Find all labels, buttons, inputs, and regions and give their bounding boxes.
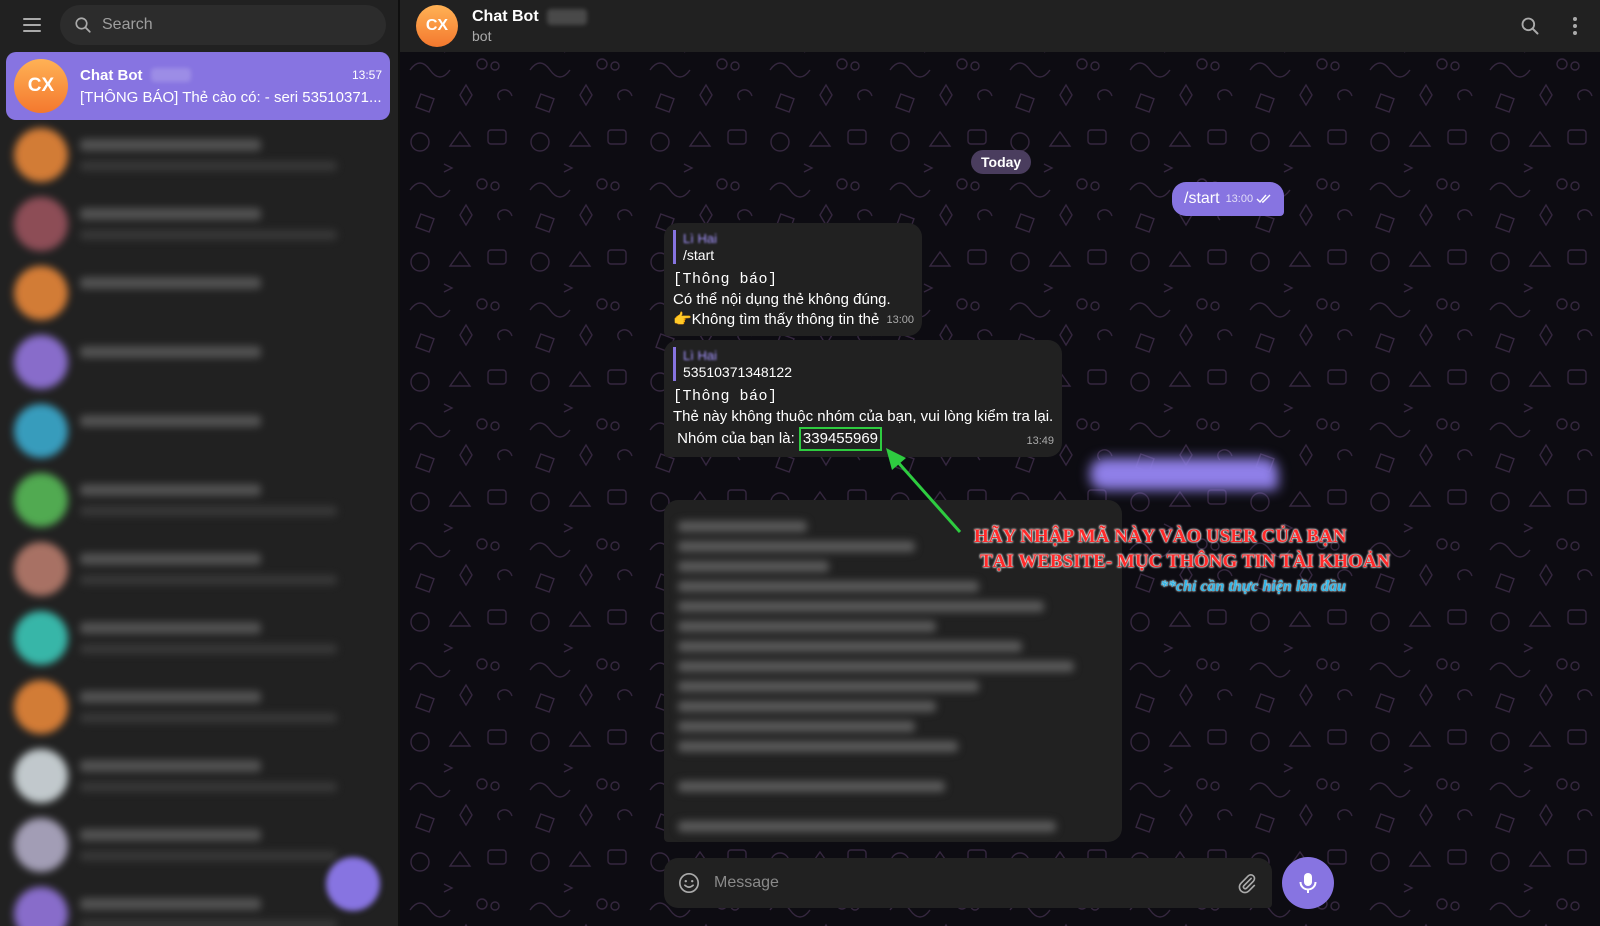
avatar: [14, 887, 68, 926]
list-item[interactable]: [6, 604, 390, 672]
attach-icon[interactable]: [1236, 872, 1258, 894]
chat-header: CX Chat Bot bot: [400, 0, 1600, 52]
chat-header-title: Chat Bot: [472, 8, 587, 26]
avatar: CX: [14, 59, 68, 113]
avatar: [14, 197, 68, 251]
list-item[interactable]: [6, 466, 390, 534]
microphone-icon: [1299, 873, 1317, 893]
date-separator: Today: [971, 150, 1032, 174]
reply-text: 53510371348122: [683, 364, 793, 380]
message-last-row: Nhóm của bạn là: 339455969 13:49: [673, 427, 1054, 451]
list-item[interactable]: [6, 673, 390, 741]
group-label: Nhóm của bạn là:: [677, 430, 795, 447]
message-last-row: 👉Không tìm thấy thông tin thẻ 13:00: [673, 310, 914, 330]
chat-time: 13:57: [351, 68, 382, 82]
message-input[interactable]: [714, 874, 1236, 892]
redacted-blur: [150, 68, 191, 82]
chat-header-info[interactable]: Chat Bot bot: [472, 8, 587, 44]
reply-text: /start: [683, 247, 715, 263]
message-time: 13:00: [1225, 193, 1254, 205]
message-heading: [Thông báo]: [673, 271, 778, 288]
reply-sender: Lì Hai: [683, 348, 717, 363]
outgoing-message[interactable]: /start 13:00: [1172, 182, 1285, 216]
annotation-line-1: HÃY NHẬP MÃ NÀY VÀO USER CỦA BẠN: [974, 526, 1347, 547]
chat-row: Chat Bot 13:57: [80, 67, 382, 84]
reply-sender: Lì Hai: [683, 231, 717, 246]
annotation-line-2: TẠI WEBSITE- MỤC THÔNG TIN TÀI KHOẢN: [980, 551, 1391, 572]
message-line: Có thể nội dụng thẻ không đúng.: [673, 291, 891, 308]
reply-quote[interactable]: Lì Hai 53510371348122: [673, 347, 1054, 381]
group-code: 339455969: [798, 427, 883, 451]
list-item[interactable]: [6, 535, 390, 603]
list-item[interactable]: [6, 742, 390, 810]
list-item[interactable]: [6, 121, 390, 189]
avatar: [14, 473, 68, 527]
emoji-icon[interactable]: [678, 872, 700, 894]
annotation-note: **chỉ cần thực hiện lần đầu: [1160, 578, 1347, 595]
avatar: [14, 818, 68, 872]
avatar: [14, 749, 68, 803]
avatar: [14, 335, 68, 389]
redacted-blur: [546, 9, 587, 25]
message-heading: [Thông báo]: [673, 388, 778, 405]
avatar: [14, 266, 68, 320]
message-text: /start: [1184, 190, 1220, 207]
message-time: 13:00: [886, 314, 914, 326]
avatar[interactable]: CX: [416, 5, 458, 47]
search-icon[interactable]: [1520, 16, 1540, 36]
chat-preview: [THÔNG BÁO] Thẻ cào có: - seri 53510371.…: [80, 88, 382, 106]
avatar: [14, 542, 68, 596]
double-check-icon: [1256, 194, 1271, 204]
message-composer: [664, 858, 1272, 908]
message-time: 13:49: [1026, 435, 1054, 447]
chat-title: Chat Bot: [80, 67, 191, 84]
chat-area: CX Chat Bot bot Today /start 13:00 Lì Ha…: [400, 0, 1600, 926]
menu-icon[interactable]: [14, 7, 50, 43]
avatar: [14, 404, 68, 458]
sidebar-top-bar: [0, 0, 398, 50]
chat-item-chat-bot[interactable]: CX Chat Bot 13:57 [THÔNG BÁO] Thẻ cào có…: [6, 52, 390, 120]
list-item[interactable]: [6, 190, 390, 258]
chat-meta: Chat Bot 13:57 [THÔNG BÁO] Thẻ cào có: -…: [80, 67, 382, 106]
microphone-button[interactable]: [1282, 857, 1334, 909]
avatar: [14, 680, 68, 734]
reply-quote[interactable]: Lì Hai /start: [673, 230, 914, 264]
chat-header-title-text: Chat Bot: [472, 8, 539, 25]
avatar: [14, 128, 68, 182]
list-item[interactable]: [6, 328, 390, 396]
incoming-message[interactable]: Lì Hai 53510371348122 [Thông báo] Thẻ nà…: [664, 340, 1062, 457]
chat-title-text: Chat Bot: [80, 66, 143, 84]
outgoing-message-redacted[interactable]: [1090, 458, 1278, 490]
header-actions: [1520, 16, 1584, 36]
message-meta: 13:00: [1226, 193, 1273, 205]
kebab-menu-icon[interactable]: [1566, 17, 1584, 35]
list-item[interactable]: [6, 259, 390, 327]
chat-list: CX Chat Bot 13:57 [THÔNG BÁO] Thẻ cào có…: [0, 50, 398, 926]
sidebar: CX Chat Bot 13:57 [THÔNG BÁO] Thẻ cào có…: [0, 0, 399, 926]
search-box[interactable]: [60, 5, 386, 45]
group-line: Nhóm của bạn là: 339455969: [673, 427, 883, 451]
search-input[interactable]: [102, 16, 372, 34]
message-line: 👉Không tìm thấy thông tin thẻ: [673, 311, 880, 328]
new-message-button[interactable]: [326, 857, 380, 911]
avatar: [14, 611, 68, 665]
message-line: Thẻ này không thuộc nhóm của bạn, vui lò…: [673, 408, 1054, 425]
telegram-app: CX Chat Bot 13:57 [THÔNG BÁO] Thẻ cào có…: [0, 0, 1600, 926]
search-icon: [75, 17, 91, 33]
list-item[interactable]: [6, 397, 390, 465]
incoming-message[interactable]: Lì Hai /start [Thông báo] Có thể nội dụn…: [664, 223, 922, 336]
chat-header-subtitle: bot: [472, 28, 492, 44]
